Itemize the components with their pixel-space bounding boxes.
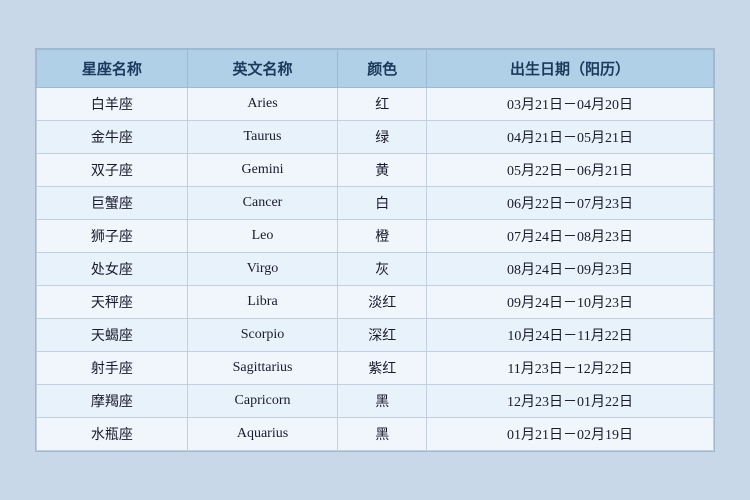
cell-english-name: Scorpio [187, 319, 338, 352]
cell-chinese-name: 水瓶座 [37, 418, 188, 451]
table-header-row: 星座名称 英文名称 颜色 出生日期（阳历） [37, 50, 714, 88]
header-dates: 出生日期（阳历） [427, 50, 714, 88]
table-body: 白羊座Aries红03月21日－04月20日金牛座Taurus绿04月21日－0… [37, 88, 714, 451]
cell-english-name: Aquarius [187, 418, 338, 451]
cell-english-name: Gemini [187, 154, 338, 187]
cell-chinese-name: 双子座 [37, 154, 188, 187]
cell-color: 红 [338, 88, 427, 121]
cell-english-name: Leo [187, 220, 338, 253]
cell-dates: 12月23日－01月22日 [427, 385, 714, 418]
table-row: 天秤座Libra淡红09月24日－10月23日 [37, 286, 714, 319]
cell-english-name: Cancer [187, 187, 338, 220]
cell-english-name: Libra [187, 286, 338, 319]
header-chinese-name: 星座名称 [37, 50, 188, 88]
cell-chinese-name: 白羊座 [37, 88, 188, 121]
cell-chinese-name: 处女座 [37, 253, 188, 286]
table-row: 处女座Virgo灰08月24日－09月23日 [37, 253, 714, 286]
cell-dates: 03月21日－04月20日 [427, 88, 714, 121]
table-row: 射手座Sagittarius紫红11月23日－12月22日 [37, 352, 714, 385]
cell-color: 灰 [338, 253, 427, 286]
table-row: 天蝎座Scorpio深红10月24日－11月22日 [37, 319, 714, 352]
table-row: 巨蟹座Cancer白06月22日－07月23日 [37, 187, 714, 220]
cell-dates: 08月24日－09月23日 [427, 253, 714, 286]
cell-dates: 04月21日－05月21日 [427, 121, 714, 154]
table-row: 金牛座Taurus绿04月21日－05月21日 [37, 121, 714, 154]
cell-color: 黑 [338, 385, 427, 418]
cell-dates: 10月24日－11月22日 [427, 319, 714, 352]
header-english-name: 英文名称 [187, 50, 338, 88]
cell-english-name: Virgo [187, 253, 338, 286]
cell-english-name: Sagittarius [187, 352, 338, 385]
cell-color: 深红 [338, 319, 427, 352]
cell-color: 绿 [338, 121, 427, 154]
cell-chinese-name: 摩羯座 [37, 385, 188, 418]
cell-dates: 11月23日－12月22日 [427, 352, 714, 385]
cell-color: 黄 [338, 154, 427, 187]
table-row: 摩羯座Capricorn黑12月23日－01月22日 [37, 385, 714, 418]
zodiac-table-container: 星座名称 英文名称 颜色 出生日期（阳历） 白羊座Aries红03月21日－04… [35, 48, 715, 452]
header-color: 颜色 [338, 50, 427, 88]
cell-color: 橙 [338, 220, 427, 253]
table-row: 白羊座Aries红03月21日－04月20日 [37, 88, 714, 121]
table-row: 双子座Gemini黄05月22日－06月21日 [37, 154, 714, 187]
cell-chinese-name: 天蝎座 [37, 319, 188, 352]
cell-dates: 05月22日－06月21日 [427, 154, 714, 187]
cell-dates: 06月22日－07月23日 [427, 187, 714, 220]
cell-chinese-name: 金牛座 [37, 121, 188, 154]
zodiac-table: 星座名称 英文名称 颜色 出生日期（阳历） 白羊座Aries红03月21日－04… [36, 49, 714, 451]
cell-english-name: Aries [187, 88, 338, 121]
cell-dates: 01月21日－02月19日 [427, 418, 714, 451]
cell-color: 淡红 [338, 286, 427, 319]
cell-color: 白 [338, 187, 427, 220]
table-row: 水瓶座Aquarius黑01月21日－02月19日 [37, 418, 714, 451]
cell-color: 紫红 [338, 352, 427, 385]
cell-english-name: Taurus [187, 121, 338, 154]
cell-english-name: Capricorn [187, 385, 338, 418]
cell-chinese-name: 天秤座 [37, 286, 188, 319]
table-row: 狮子座Leo橙07月24日－08月23日 [37, 220, 714, 253]
cell-chinese-name: 巨蟹座 [37, 187, 188, 220]
cell-chinese-name: 狮子座 [37, 220, 188, 253]
cell-chinese-name: 射手座 [37, 352, 188, 385]
cell-dates: 07月24日－08月23日 [427, 220, 714, 253]
cell-color: 黑 [338, 418, 427, 451]
cell-dates: 09月24日－10月23日 [427, 286, 714, 319]
